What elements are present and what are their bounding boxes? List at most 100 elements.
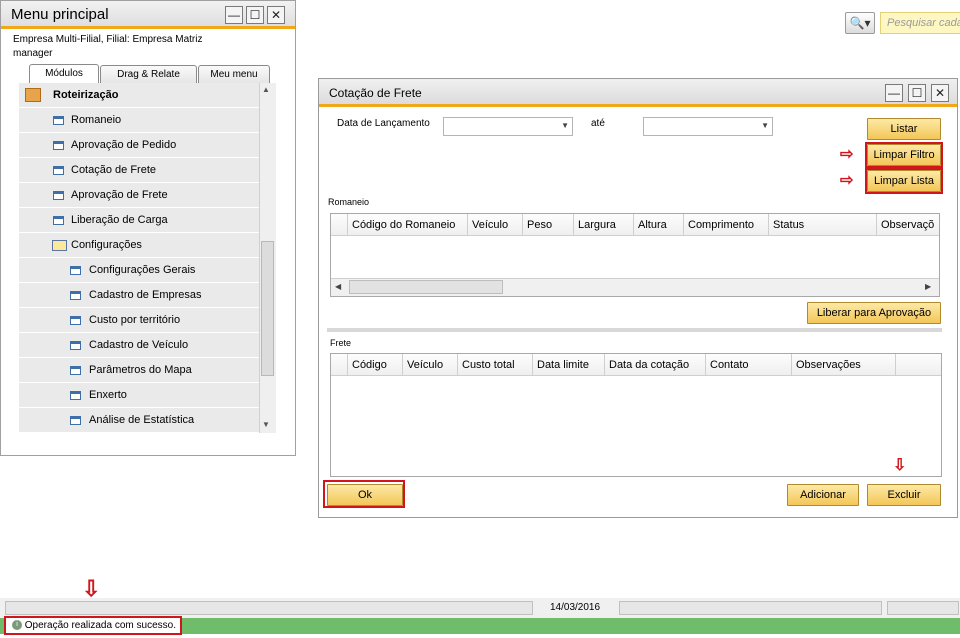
menu-subitem-enxerto[interactable]: Enxerto bbox=[19, 383, 259, 408]
scroll-right-icon[interactable]: ▶ bbox=[925, 282, 931, 291]
date-to-label: até bbox=[591, 118, 605, 129]
column-header[interactable]: Peso bbox=[522, 214, 573, 235]
status-message-text: Operação realizada com sucesso. bbox=[24, 620, 176, 631]
splitter[interactable] bbox=[327, 328, 942, 332]
cotacao-titlebar: Cotação de Frete — ☐ ✕ bbox=[319, 79, 957, 107]
close-button[interactable]: ✕ bbox=[267, 6, 285, 24]
info-icon: i bbox=[12, 620, 22, 631]
frete-grid[interactable]: Código Veículo Custo total Data limite D… bbox=[330, 353, 942, 477]
form-icon bbox=[70, 391, 81, 400]
close-button[interactable]: ✕ bbox=[931, 84, 949, 102]
date-to-combo[interactable]: ▼ bbox=[643, 117, 773, 136]
arrow-right-icon: ⇨ bbox=[840, 172, 854, 189]
scrollbar-thumb[interactable] bbox=[349, 280, 503, 294]
scrollbar-thumb[interactable] bbox=[261, 241, 274, 376]
close-icon: ✕ bbox=[934, 86, 946, 100]
form-icon bbox=[70, 266, 81, 275]
column-header[interactable]: Contato bbox=[705, 354, 791, 375]
form-icon bbox=[70, 316, 81, 325]
module-roteirizacao[interactable]: Roteirização bbox=[19, 83, 259, 108]
menu-subitem-custo-territorio[interactable]: Custo por território bbox=[19, 308, 259, 333]
scroll-up-icon[interactable]: ▲ bbox=[262, 85, 270, 94]
menu-item-romaneio[interactable]: Romaneio bbox=[19, 108, 259, 133]
romaneio-grid-header: Código do Romaneio Veículo Peso Largura … bbox=[331, 214, 939, 236]
column-header[interactable]: Largura bbox=[573, 214, 633, 235]
main-menu-window: Menu principal — ☐ ✕ Empresa Multi-Filia… bbox=[0, 0, 296, 456]
arrow-down-icon: ⇩ bbox=[82, 576, 101, 601]
menu-subitem-parametros-mapa[interactable]: Parâmetros do Mapa bbox=[19, 358, 259, 383]
main-menu-titlebar: Menu principal — ☐ ✕ bbox=[1, 1, 295, 29]
scroll-left-icon[interactable]: ◀ bbox=[335, 282, 341, 291]
maximize-icon: ☐ bbox=[911, 86, 923, 100]
romaneio-grid[interactable]: Código do Romaneio Veículo Peso Largura … bbox=[330, 213, 940, 297]
form-icon bbox=[53, 166, 64, 175]
column-header[interactable]: Veículo bbox=[402, 354, 457, 375]
menu-item-liberacao-carga[interactable]: Liberação de Carga bbox=[19, 208, 259, 233]
close-icon: ✕ bbox=[270, 8, 282, 22]
row-selector-header bbox=[331, 354, 347, 375]
search-input[interactable]: Pesquisar cada bbox=[880, 12, 960, 34]
menu-subitem-cadastro-veiculo[interactable]: Cadastro de Veículo bbox=[19, 333, 259, 358]
column-header[interactable]: Status bbox=[768, 214, 876, 235]
row-selector-header bbox=[331, 214, 347, 235]
column-header[interactable]: Observações bbox=[791, 354, 895, 375]
column-header[interactable]: Data da cotação bbox=[604, 354, 705, 375]
form-icon bbox=[70, 291, 81, 300]
maximize-button[interactable]: ☐ bbox=[908, 84, 926, 102]
listar-button[interactable]: Listar bbox=[867, 118, 941, 140]
minimize-button[interactable]: — bbox=[885, 84, 903, 102]
status-bar: 14/03/2016 bbox=[0, 598, 960, 618]
menu-subitem-configuracoes-gerais[interactable]: Configurações Gerais bbox=[19, 258, 259, 283]
column-header[interactable]: Comprimento bbox=[683, 214, 768, 235]
form-icon bbox=[53, 191, 64, 200]
horizontal-scrollbar[interactable]: ◀ ▶ bbox=[331, 278, 939, 296]
minimize-icon: — bbox=[228, 8, 240, 22]
cotacao-title: Cotação de Frete bbox=[329, 86, 422, 100]
date-from-combo[interactable]: ▼ bbox=[443, 117, 573, 136]
truck-icon bbox=[25, 88, 41, 102]
main-menu-title: Menu principal bbox=[11, 6, 109, 23]
company-line: Empresa Multi-Filial, Filial: Empresa Ma… bbox=[13, 34, 203, 45]
excluir-button[interactable]: Excluir bbox=[867, 484, 941, 506]
search-button[interactable]: 🔍▾ bbox=[845, 12, 875, 34]
status-message: i Operação realizada com sucesso. bbox=[4, 616, 182, 635]
menu-item-cotacao-frete[interactable]: Cotação de Frete bbox=[19, 158, 259, 183]
adicionar-button[interactable]: Adicionar bbox=[787, 484, 859, 506]
column-header[interactable]: Data limite bbox=[532, 354, 604, 375]
column-header[interactable]: Código bbox=[347, 354, 402, 375]
search-icon: 🔍▾ bbox=[849, 16, 871, 30]
menu-item-aprovacao-pedido[interactable]: Aprovação de Pedido bbox=[19, 133, 259, 158]
scroll-down-icon[interactable]: ▼ bbox=[262, 420, 270, 429]
minimize-button[interactable]: — bbox=[225, 6, 243, 24]
menu-scrollbar[interactable]: ▲ ▼ bbox=[259, 83, 276, 433]
highlight-box bbox=[865, 142, 943, 168]
cotacao-frete-window: Cotação de Frete — ☐ ✕ Data de Lançament… bbox=[318, 78, 958, 518]
column-header[interactable]: Observaçõ bbox=[876, 214, 939, 235]
date-from-label: Data de Lançamento bbox=[337, 118, 430, 129]
status-segment bbox=[619, 601, 882, 615]
tab-drag-relate[interactable]: Drag & Relate bbox=[100, 65, 197, 84]
menu-item-configuracoes[interactable]: Configurações bbox=[19, 233, 259, 258]
form-icon bbox=[53, 216, 64, 225]
minimize-icon: — bbox=[888, 86, 900, 100]
tab-meu-menu[interactable]: Meu menu bbox=[198, 65, 270, 84]
frete-grid-header: Código Veículo Custo total Data limite D… bbox=[331, 354, 941, 376]
column-header[interactable]: Veículo bbox=[467, 214, 522, 235]
column-header[interactable]: Altura bbox=[633, 214, 683, 235]
tab-modulos[interactable]: Módulos bbox=[29, 64, 99, 84]
menu-subitem-analise-estatistica[interactable]: Análise de Estatística bbox=[19, 408, 259, 433]
liberar-aprovacao-button[interactable]: Liberar para Aprovação bbox=[807, 302, 941, 324]
form-icon bbox=[70, 341, 81, 350]
maximize-icon: ☐ bbox=[249, 8, 261, 22]
menu-subitem-cadastro-empresas[interactable]: Cadastro de Empresas bbox=[19, 283, 259, 308]
column-header[interactable]: Custo total bbox=[457, 354, 532, 375]
chevron-down-icon: ▼ bbox=[761, 121, 769, 130]
form-icon bbox=[70, 366, 81, 375]
user-line: manager bbox=[13, 48, 53, 59]
menu-item-aprovacao-frete[interactable]: Aprovação de Frete bbox=[19, 183, 259, 208]
column-header[interactable]: Código do Romaneio bbox=[347, 214, 467, 235]
highlight-box bbox=[323, 480, 405, 508]
highlight-box bbox=[865, 168, 943, 194]
module-tree: Roteirização Romaneio Aprovação de Pedid… bbox=[19, 83, 259, 433]
maximize-button[interactable]: ☐ bbox=[246, 6, 264, 24]
